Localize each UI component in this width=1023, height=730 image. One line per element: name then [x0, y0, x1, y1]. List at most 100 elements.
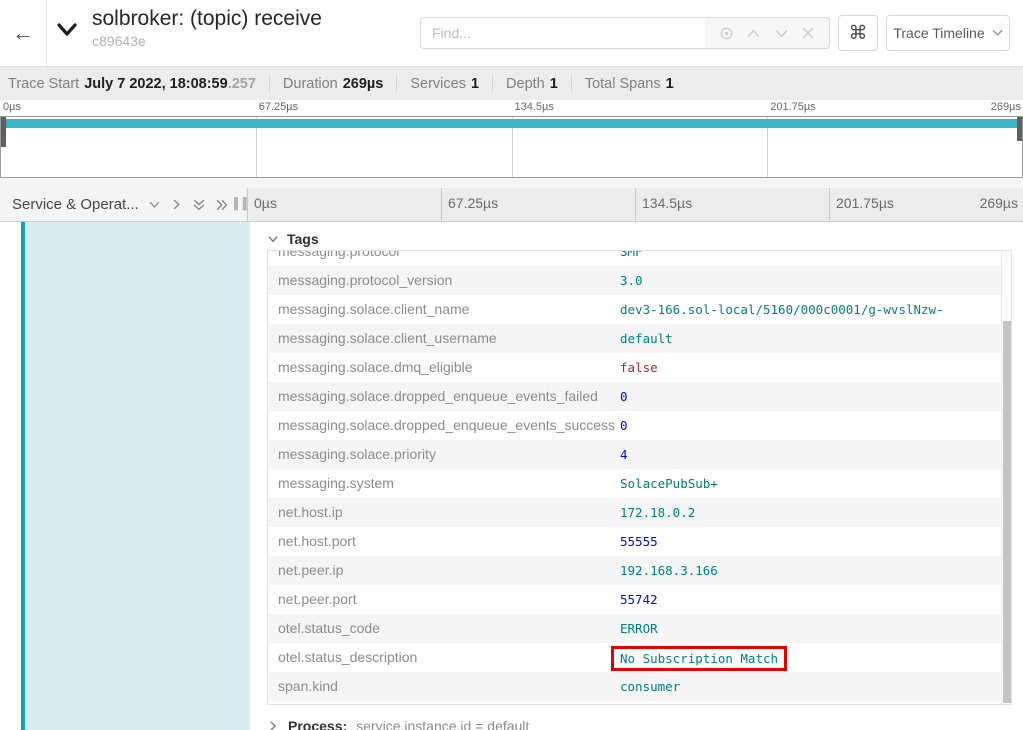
summary-value: 1 — [666, 76, 674, 92]
summary-label: Duration — [283, 76, 338, 92]
tag-row: net.peer.ip 192.168.3.166 — [268, 556, 1001, 585]
span-color-stripe — [21, 222, 25, 730]
tag-row: messaging.solace.client_usernamedefault — [268, 324, 1001, 353]
trace-page-header: ← solbroker: (topic) receive c89643e ⌘ T… — [0, 0, 1023, 66]
tag-key: messaging.solace.priority — [278, 440, 436, 469]
summary-value: 1 — [471, 76, 479, 92]
minimap-tick-labels: 0µs67.25µs134.5µs201.75µs269µs — [0, 101, 1023, 116]
summary-divider — [492, 75, 493, 92]
tag-row: messaging.protocol SMF — [268, 251, 1001, 266]
tag-row: otel.status_descriptionNo Subscription M… — [268, 643, 1001, 672]
tag-value: 0 — [620, 411, 628, 440]
ruler-tick-label: 67.25µs — [448, 195, 498, 211]
tag-key: net.peer.ip — [278, 556, 343, 585]
summary-value-suffix: .257 — [228, 76, 256, 92]
summary-value: 1 — [550, 76, 558, 92]
chevron-right-icon[interactable] — [170, 198, 183, 211]
tag-row: messaging.solace.client_name dev3-166.sol… — [268, 295, 1001, 324]
chevron-down-icon — [992, 29, 1003, 37]
tag-key: messaging.solace.client_name — [278, 295, 469, 324]
ruler-tick-label: 134.5µs — [642, 195, 692, 211]
tag-value: 55742 — [620, 585, 658, 614]
ruler-tick: 134.5µs — [635, 188, 829, 221]
clear-icon[interactable] — [801, 26, 815, 40]
tags-table: messaging.protocolSMFmessaging.protocol_… — [267, 250, 1012, 705]
tag-row: net.host.port 55555 — [268, 527, 1001, 556]
find-toolbar — [705, 17, 830, 49]
tag-row: messaging.protocol_version3.0 — [268, 266, 1001, 295]
double-chevron-down-icon[interactable] — [192, 198, 206, 212]
tag-row: messaging.system SolacePubSub+ — [268, 469, 1001, 498]
tag-key: net.peer.port — [278, 585, 357, 614]
ruler-tick: 0µs — [247, 188, 441, 221]
chevron-down-icon — [267, 233, 279, 245]
locate-icon[interactable] — [719, 26, 734, 41]
double-chevron-right-icon[interactable] — [215, 198, 229, 212]
minimap-tick-label: 201.75µs — [767, 101, 815, 113]
tag-row: otel.status_code ERROR — [268, 614, 1001, 643]
minimap-tick-label: 269µs — [991, 101, 1021, 113]
tag-row: messaging.solace.dropped_enqueue_events_… — [268, 382, 1001, 411]
tags-rows: messaging.protocolSMFmessaging.protocol_… — [268, 251, 1001, 701]
tag-value: default — [620, 324, 673, 353]
tag-key: otel.status_description — [278, 643, 417, 672]
ruler-tick-label: 0µs — [254, 195, 277, 211]
trace-view-selector[interactable]: Trace Timeline — [886, 15, 1010, 51]
tags-scrollbar-thumb[interactable] — [1003, 321, 1011, 703]
chevron-down-icon — [55, 22, 79, 38]
summary-divider — [571, 75, 572, 92]
timeline-ruler: 0µs67.25µs134.5µs201.75µs269µs — [247, 188, 1023, 221]
tag-key: net.host.ip — [278, 498, 343, 527]
tag-value: 192.168.3.166 — [620, 556, 718, 585]
minimap-right-scrubber[interactable] — [1017, 117, 1022, 141]
minimap-span-bar — [6, 119, 1017, 128]
service-operation-header: Service & Operat... — [0, 188, 247, 221]
tag-value: SMF — [620, 251, 643, 266]
tag-value: 0 — [620, 382, 628, 411]
title-block: solbroker: (topic) receive c89643e — [92, 6, 322, 50]
tag-key: otel.status_code — [278, 614, 380, 643]
prev-result-icon[interactable] — [746, 26, 761, 41]
tag-row: messaging.solace.priority4 — [268, 440, 1001, 469]
command-icon: ⌘ — [849, 22, 868, 45]
minimap-left-scrubber[interactable] — [1, 117, 6, 147]
view-selector-label: Trace Timeline — [893, 25, 984, 41]
service-operation-title: Service & Operat... — [12, 196, 139, 213]
tag-key: messaging.solace.dropped_enqueue_events_… — [278, 411, 615, 440]
summary-label: Total Spans — [585, 76, 661, 92]
chevron-down-icon[interactable] — [148, 198, 161, 211]
ruler-tick-label: 269µs — [980, 195, 1018, 211]
summary-value: July 7 2022, 18:08:59 — [84, 76, 228, 92]
tag-value: ERROR — [620, 614, 658, 643]
process-section-toggle[interactable]: Process: service.instance.id = default — [267, 718, 529, 730]
timeline-minimap[interactable] — [0, 116, 1023, 178]
tag-key: messaging.system — [278, 469, 394, 498]
next-result-icon[interactable] — [774, 26, 789, 41]
minimap-tick-label: 0µs — [0, 101, 21, 113]
tag-value: SolacePubSub+ — [620, 469, 718, 498]
minimap-tick-label: 67.25µs — [256, 101, 298, 113]
tag-key: net.host.port — [278, 527, 356, 556]
summary-divider — [396, 75, 397, 92]
arrow-left-icon: ← — [12, 20, 34, 46]
find-input[interactable] — [420, 17, 706, 49]
summary-label: Trace Start — [8, 76, 79, 92]
tag-row: net.host.ip 172.18.0.2 — [268, 498, 1001, 527]
span-name-column-selected[interactable] — [25, 222, 250, 730]
tags-section-title: Tags — [287, 231, 319, 247]
tag-key: span.kind — [278, 672, 338, 701]
tags-rows-viewport: messaging.protocolSMFmessaging.protocol_… — [268, 251, 1001, 704]
tag-value: dev3-166.sol-local/5160/000c0001/g-wvslN… — [620, 295, 944, 324]
back-button[interactable]: ← — [0, 0, 47, 66]
tag-key: messaging.protocol_version — [278, 266, 452, 295]
span-collapse-toggle[interactable] — [55, 22, 79, 43]
tag-value: 172.18.0.2 — [620, 498, 695, 527]
tags-scrollbar-track[interactable] — [1001, 251, 1011, 704]
keyboard-shortcuts-button[interactable]: ⌘ — [838, 15, 878, 51]
summary-value: 269µs — [343, 76, 384, 92]
tag-row: messaging.solace.dmq_eligiblefalse — [268, 353, 1001, 382]
tag-key: messaging.protocol — [278, 251, 399, 266]
tags-section-toggle[interactable]: Tags — [267, 231, 319, 247]
tag-key: messaging.solace.dmq_eligible — [278, 353, 473, 382]
tag-value: 55555 — [620, 527, 658, 556]
